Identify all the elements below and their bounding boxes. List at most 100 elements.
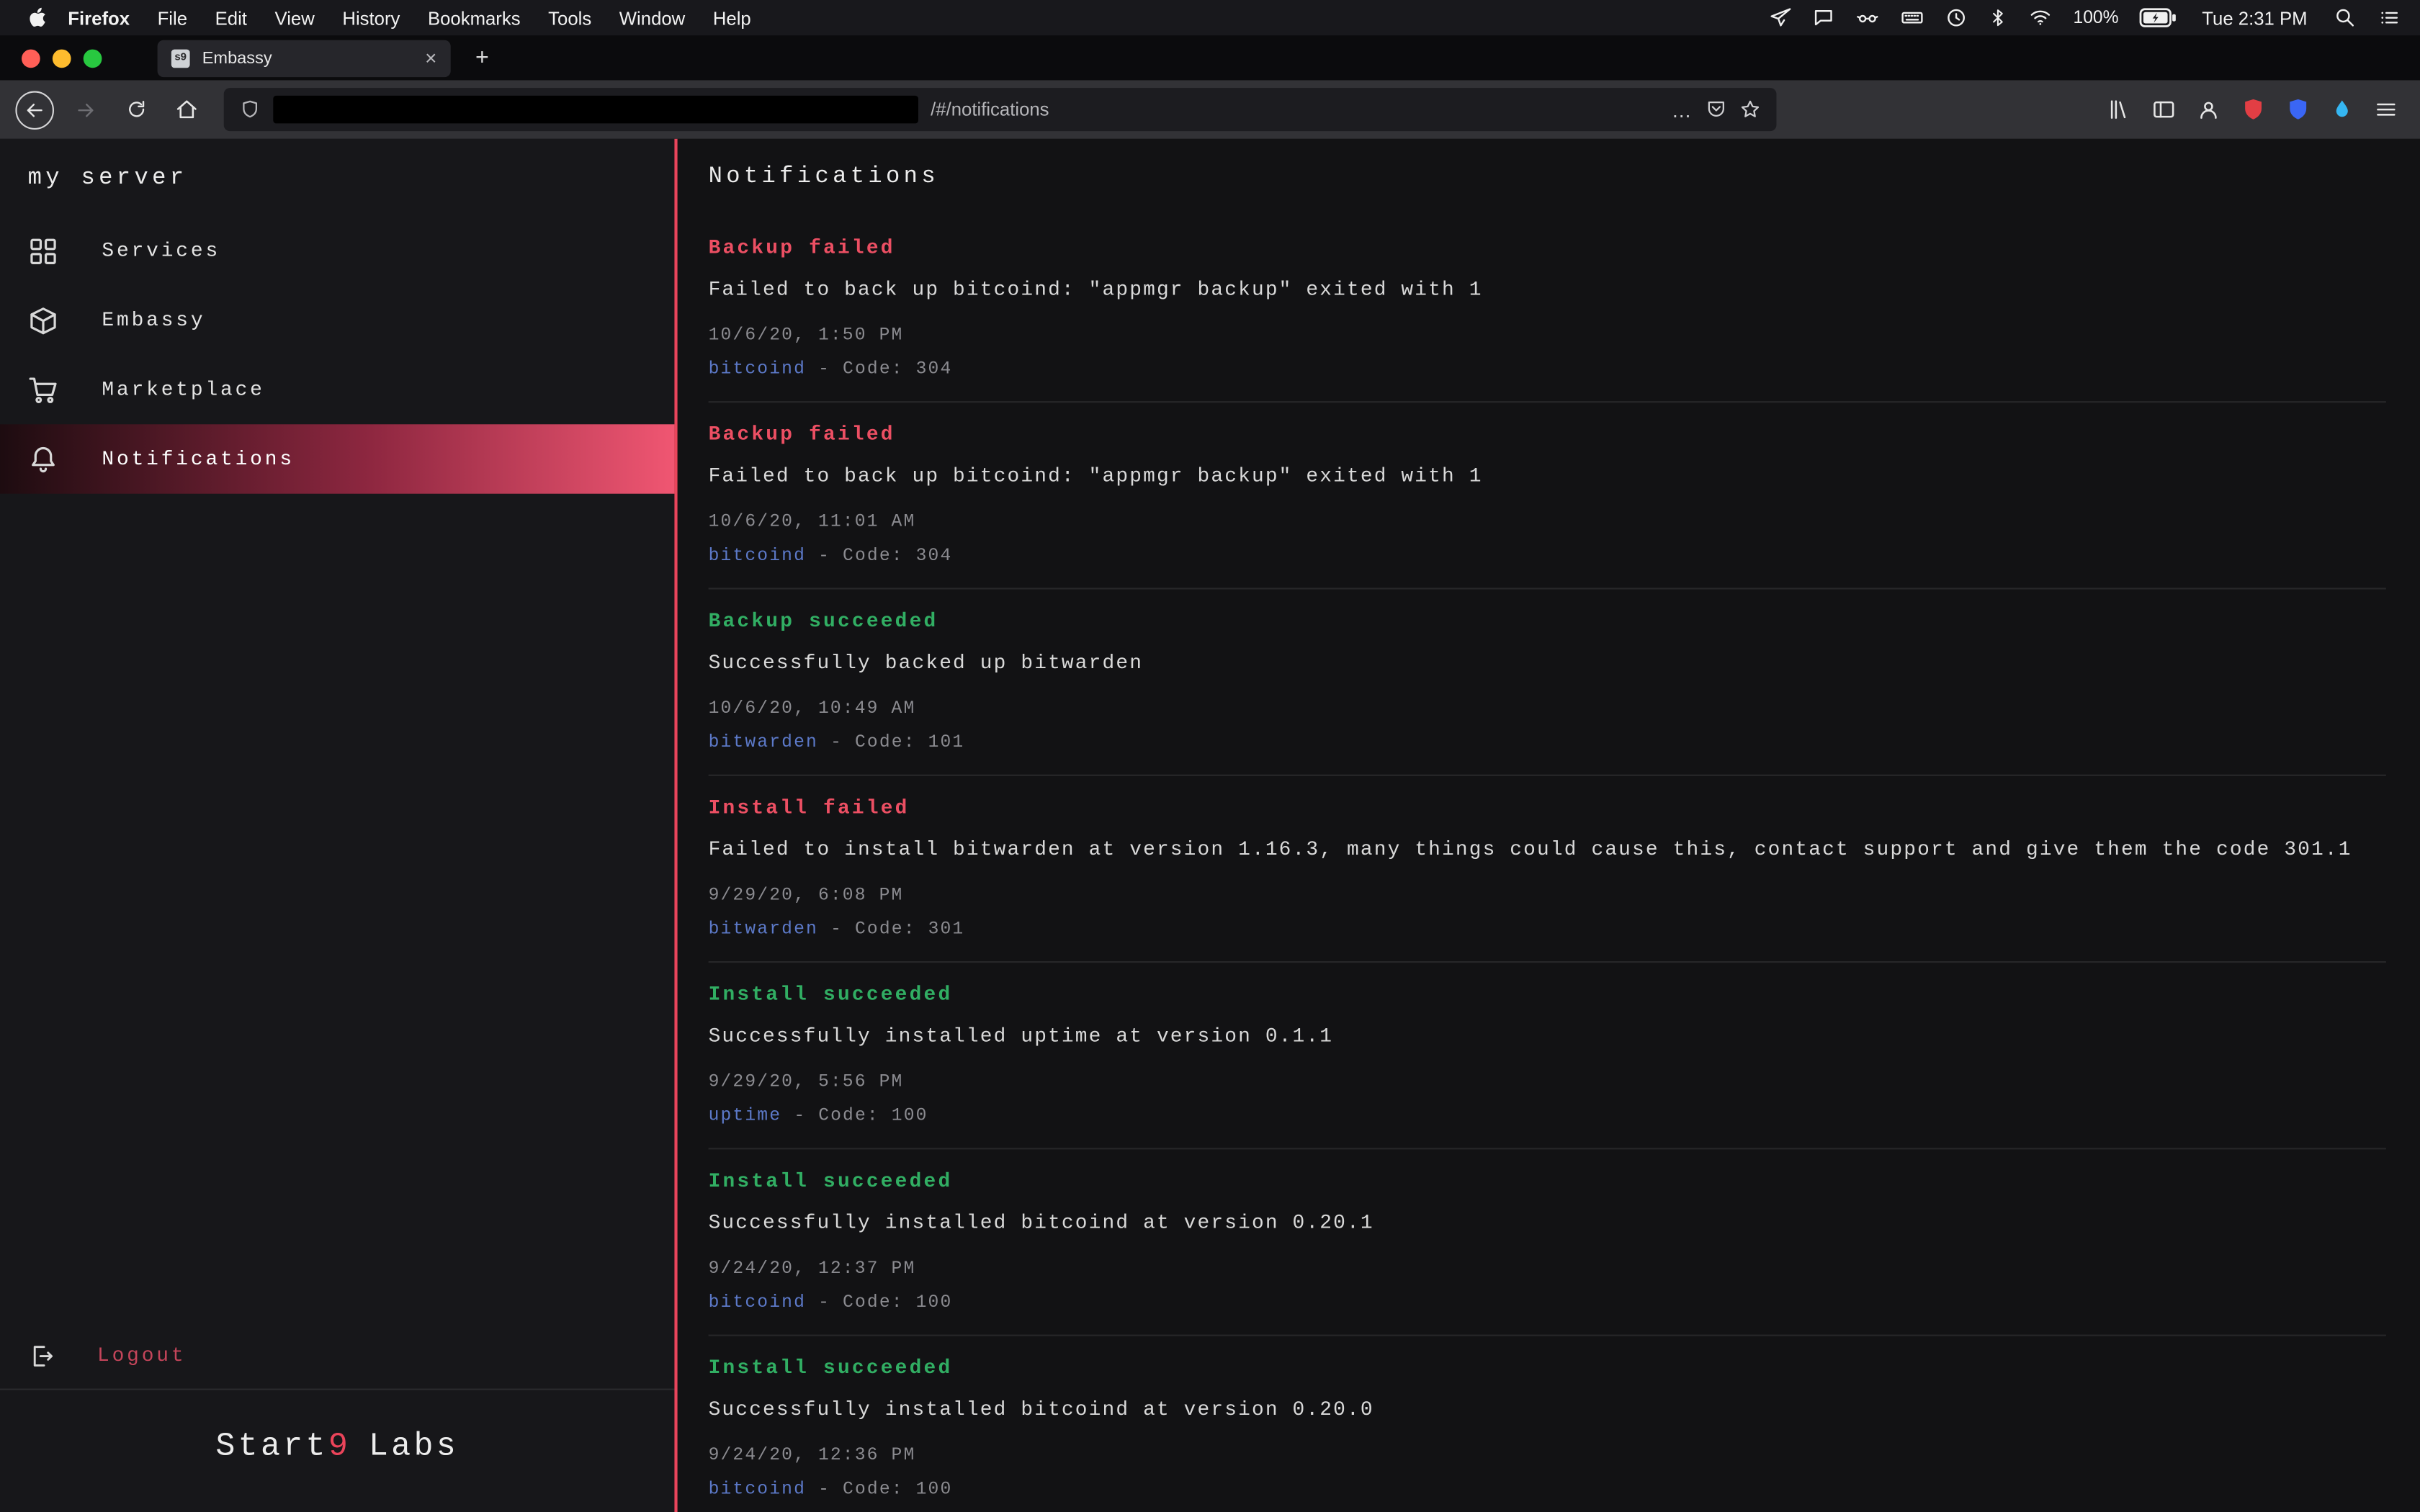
notification-center-icon[interactable] <box>2377 6 2401 30</box>
menu-bar-clock[interactable]: Tue 2:31 PM <box>2196 7 2313 29</box>
sidebar-item-notifications[interactable]: Notifications <box>0 424 674 493</box>
zoom-window-button[interactable] <box>84 49 102 68</box>
app-content: my server Services Embassy Marketplace <box>0 139 2420 1512</box>
sidebar-item-label: Services <box>102 239 220 262</box>
screen: Firefox File Edit View History Bookmarks… <box>0 0 2420 1512</box>
notification-code: - Code: 301 <box>830 919 964 939</box>
forward-button[interactable] <box>65 89 105 130</box>
hamburger-menu-icon[interactable] <box>2374 97 2398 122</box>
menu-item-edit[interactable]: Edit <box>201 7 261 29</box>
time-machine-icon[interactable] <box>1945 6 1968 30</box>
bluetooth-icon[interactable] <box>1989 6 2009 30</box>
cart-icon <box>28 374 59 405</box>
pocket-icon[interactable] <box>1706 99 1727 120</box>
menu-item-view[interactable]: View <box>261 7 328 29</box>
menu-item-history[interactable]: History <box>328 7 414 29</box>
notification-meta: bitcoind- Code: 304 <box>709 357 2386 380</box>
notification-message: Failed to back up bitcoind: "appmgr back… <box>709 462 2386 490</box>
sidebar-item-services[interactable]: Services <box>0 216 674 285</box>
server-title: my server <box>0 139 674 216</box>
notifications-list: Backup failed Failed to back up bitcoind… <box>678 215 2420 1512</box>
notification-code: - Code: 100 <box>818 1479 952 1499</box>
spotlight-search-icon[interactable] <box>2334 6 2357 30</box>
sidebar-item-label: Marketplace <box>102 378 264 401</box>
back-button[interactable] <box>15 90 54 129</box>
service-link[interactable]: bitcoind <box>709 1479 806 1499</box>
telegram-icon[interactable] <box>1769 6 1792 30</box>
chat-icon[interactable] <box>1812 6 1835 30</box>
notification-item: Backup failed Failed to back up bitcoind… <box>709 215 2386 402</box>
service-link[interactable]: bitcoind <box>709 546 806 566</box>
sidebar-toggle-icon[interactable] <box>2151 97 2176 122</box>
extension-blue-shield-icon[interactable] <box>2286 97 2311 122</box>
menu-item-bookmarks[interactable]: Bookmarks <box>414 7 534 29</box>
notification-title: Install succeeded <box>709 981 2386 1009</box>
notification-message: Successfully installed uptime at version… <box>709 1022 2386 1050</box>
home-button[interactable] <box>166 89 207 130</box>
toolbar-right-icons <box>2107 97 2405 122</box>
extension-red-shield-icon[interactable] <box>2241 97 2265 122</box>
extension-drop-icon[interactable] <box>2331 97 2354 122</box>
notification-item: Install succeeded Successfully installed… <box>709 962 2386 1148</box>
service-link[interactable]: bitwarden <box>709 919 818 939</box>
account-icon[interactable] <box>2196 97 2220 122</box>
notification-timestamp: 9/29/20, 5:56 PM <box>709 1070 2386 1093</box>
brand-logo: Start9Labs <box>0 1390 674 1512</box>
new-tab-button[interactable]: + <box>475 46 489 69</box>
notification-message: Failed to back up bitcoind: "appmgr back… <box>709 276 2386 304</box>
menu-item-help[interactable]: Help <box>699 7 765 29</box>
redacted-url-host <box>273 96 918 124</box>
notification-message: Successfully installed bitcoind at versi… <box>709 1395 2386 1423</box>
service-link[interactable]: bitwarden <box>709 732 818 752</box>
close-window-button[interactable] <box>22 49 40 68</box>
service-link[interactable]: bitcoind <box>709 1292 806 1313</box>
service-link[interactable]: bitcoind <box>709 359 806 379</box>
library-icon[interactable] <box>2107 97 2131 122</box>
wifi-icon[interactable] <box>2028 6 2053 30</box>
notification-item: Backup failed Failed to back up bitcoind… <box>709 402 2386 588</box>
sidebar-item-marketplace[interactable]: Marketplace <box>0 355 674 424</box>
notification-item: Install succeeded Successfully installed… <box>709 1149 2386 1336</box>
logout-button[interactable]: Logout <box>0 1322 674 1390</box>
notification-message: Failed to install bitwarden at version 1… <box>709 836 2386 864</box>
browser-tab-embassy[interactable]: s9 Embassy × <box>158 40 451 76</box>
apple-icon[interactable] <box>28 6 48 30</box>
notification-timestamp: 9/29/20, 6:08 PM <box>709 883 2386 906</box>
menu-item-file[interactable]: File <box>143 7 201 29</box>
browser-toolbar: /#/notifications … <box>0 80 2420 138</box>
notification-code: - Code: 101 <box>830 732 964 752</box>
notification-timestamp: 10/6/20, 1:50 PM <box>709 323 2386 346</box>
window-controls <box>22 49 102 68</box>
notification-timestamp: 10/6/20, 11:01 AM <box>709 510 2386 533</box>
tracking-protection-shield-icon[interactable] <box>239 99 261 120</box>
reload-button[interactable] <box>116 89 156 130</box>
logout-label: Logout <box>97 1344 186 1367</box>
macos-menu-bar: Firefox File Edit View History Bookmarks… <box>0 0 2420 35</box>
notification-title: Backup succeeded <box>709 607 2386 635</box>
url-path-text: /#/notifications <box>931 99 1049 120</box>
close-tab-icon[interactable]: × <box>425 48 436 68</box>
notification-message: Successfully installed bitcoind at versi… <box>709 1209 2386 1237</box>
bookmark-star-icon[interactable] <box>1739 99 1761 120</box>
sidebar-item-embassy[interactable]: Embassy <box>0 285 674 354</box>
notifications-page: Notifications Backup failed Failed to ba… <box>678 139 2420 1512</box>
menu-item-window[interactable]: Window <box>606 7 699 29</box>
notification-meta: bitcoind- Code: 304 <box>709 544 2386 567</box>
notification-timestamp: 9/24/20, 12:37 PM <box>709 1257 2386 1280</box>
glasses-icon[interactable] <box>1855 6 1880 30</box>
sidebar-spacer <box>0 494 674 1323</box>
brand-start: Start <box>215 1430 328 1465</box>
sidebar-item-label: Embassy <box>102 309 205 332</box>
minimize-window-button[interactable] <box>53 49 71 68</box>
menu-item-firefox[interactable]: Firefox <box>54 7 143 29</box>
page-actions-icon[interactable]: … <box>1672 98 1693 121</box>
notification-timestamp: 9/24/20, 12:36 PM <box>709 1444 2386 1467</box>
keyboard-icon[interactable] <box>1901 6 1925 30</box>
battery-icon[interactable] <box>2138 8 2175 28</box>
notification-code: - Code: 100 <box>818 1292 952 1313</box>
notification-message: Successfully backed up bitwarden <box>709 649 2386 677</box>
service-link[interactable]: uptime <box>709 1106 782 1126</box>
address-bar[interactable]: /#/notifications … <box>224 88 1777 131</box>
notification-title: Backup failed <box>709 234 2386 262</box>
menu-item-tools[interactable]: Tools <box>534 7 606 29</box>
